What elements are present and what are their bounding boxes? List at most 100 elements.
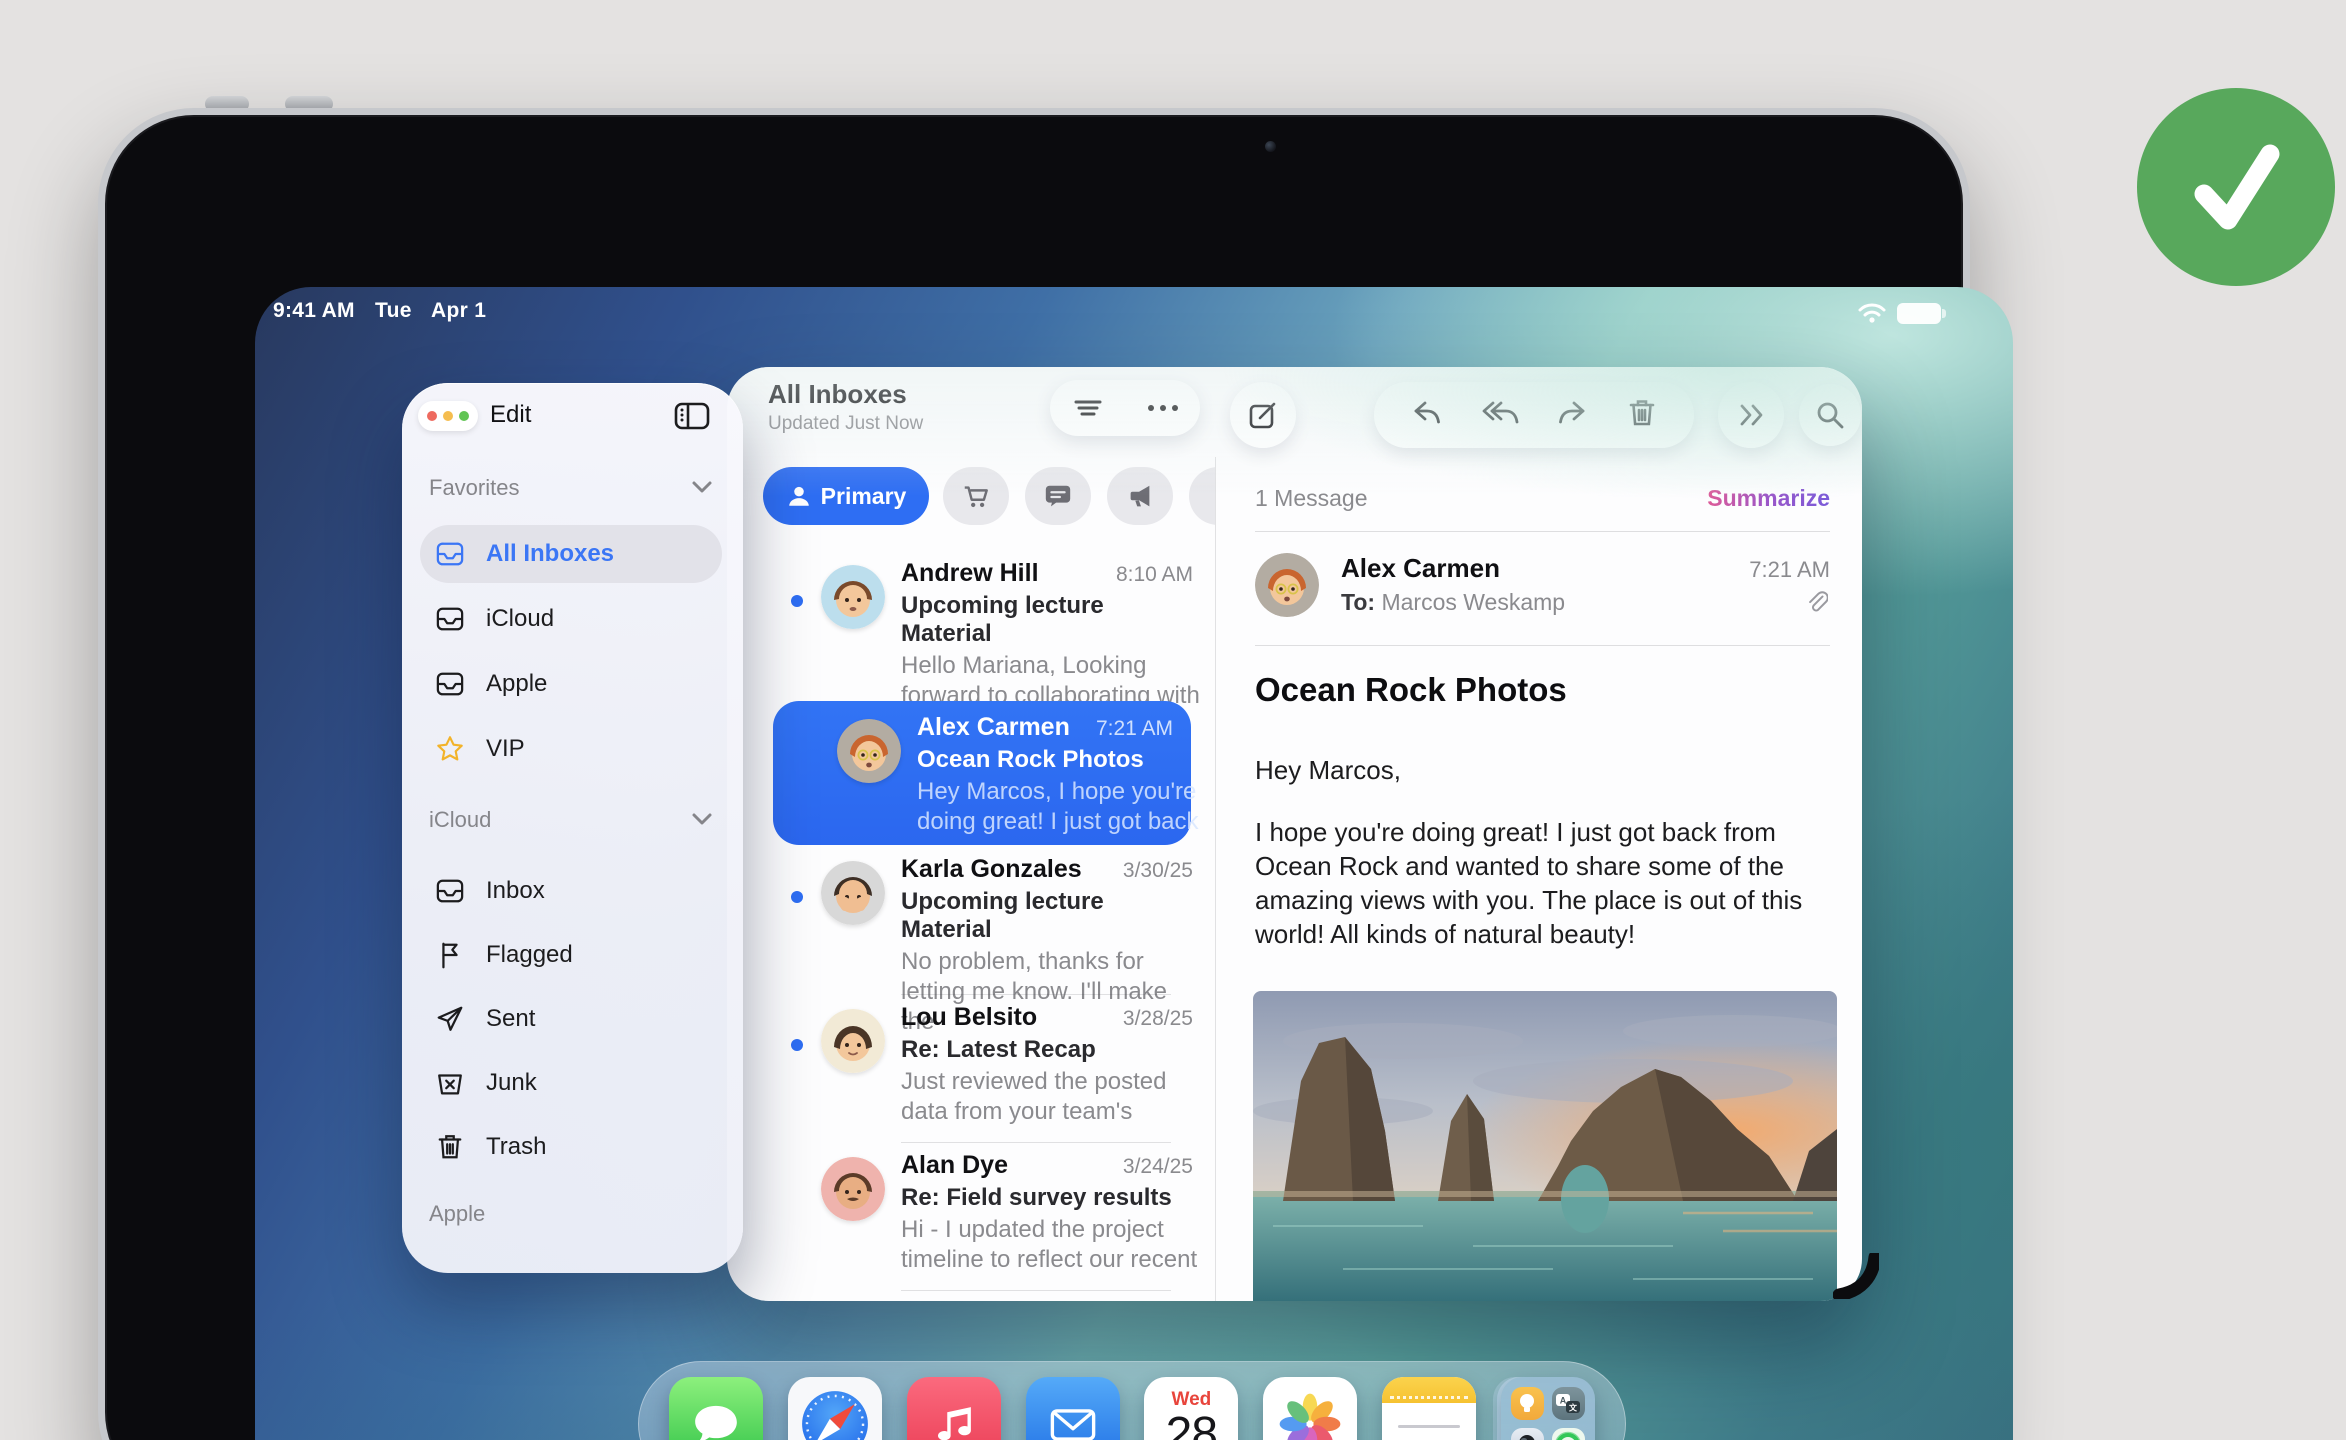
summarize-button[interactable]: Summarize xyxy=(1707,485,1830,512)
sidebar-toggle-button[interactable] xyxy=(672,399,712,438)
zoom-window-button[interactable] xyxy=(459,411,469,421)
sidebar-item-label: Flagged xyxy=(486,941,573,969)
ellipsis-icon xyxy=(1146,403,1180,413)
message-row-andrew-hill[interactable]: Andrew Hill8:10 AM Upcoming lecture Mate… xyxy=(727,551,1215,699)
sidebar-item-sent[interactable]: Sent xyxy=(420,990,722,1048)
trash-icon xyxy=(1626,396,1658,430)
chevron-down-icon[interactable] xyxy=(690,811,714,832)
section-header-apple[interactable]: Apple xyxy=(429,1201,485,1227)
dock: Wed 28 xyxy=(638,1361,1626,1440)
message-list-pane: All Inboxes Updated Just Now Pr xyxy=(727,367,1215,1301)
sidebar-item-all-inboxes[interactable]: All Inboxes xyxy=(420,525,722,583)
cart-icon xyxy=(961,481,991,511)
sender-header[interactable]: Alex Carmen To: Marcos Weskamp 7:21 AM xyxy=(1255,551,1830,631)
forward-button[interactable] xyxy=(1555,396,1589,435)
sidebar-item-icloud[interactable]: iCloud xyxy=(420,590,722,648)
section-header-icloud[interactable]: iCloud xyxy=(429,807,491,833)
sidebar-item-vip[interactable]: VIP xyxy=(420,720,722,778)
message-sender: Andrew Hill xyxy=(901,559,1039,588)
section-header-favorites[interactable]: Favorites xyxy=(429,475,519,501)
reply-button[interactable] xyxy=(1410,396,1444,435)
message-subject: Upcoming lecture Material xyxy=(901,888,1193,944)
sender-avatar xyxy=(1255,553,1319,617)
updates-filter-pill[interactable] xyxy=(1025,467,1091,525)
edit-button[interactable]: Edit xyxy=(490,401,531,429)
search-button[interactable] xyxy=(1799,384,1861,446)
detail-body: I hope you're doing great! I just got ba… xyxy=(1255,815,1843,951)
delete-button[interactable] xyxy=(1626,396,1658,435)
sidebar-toggle-icon xyxy=(672,399,712,433)
attachment-photo-ocean-rocks[interactable] xyxy=(1253,991,1837,1301)
message-sender: Lou Belsito xyxy=(901,1003,1037,1032)
safari-compass-icon xyxy=(788,1377,882,1440)
minimize-window-button[interactable] xyxy=(443,411,453,421)
dock-app-music[interactable] xyxy=(907,1377,1001,1440)
message-row-lou-belsito[interactable]: Lou Belsito3/28/25 Re: Latest Recap Just… xyxy=(727,995,1215,1143)
transactions-filter-pill[interactable] xyxy=(943,467,1009,525)
sidebar-item-label: Inbox xyxy=(486,877,545,905)
expand-button[interactable] xyxy=(1718,382,1784,448)
close-window-button[interactable] xyxy=(427,411,437,421)
messages-bubble-icon xyxy=(669,1377,763,1440)
message-row-alan-dye[interactable]: Alan Dye3/24/25 Re: Field survey results… xyxy=(727,1143,1215,1291)
unread-indicator xyxy=(791,595,803,607)
dock-app-mail[interactable] xyxy=(1026,1377,1120,1440)
detail-sender-name: Alex Carmen xyxy=(1341,553,1500,584)
sidebar-item-junk[interactable]: Junk xyxy=(420,1054,722,1112)
success-check-badge xyxy=(2137,88,2335,286)
mini-app-findmy[interactable] xyxy=(1552,1428,1585,1440)
translate-icon: A文 xyxy=(1554,1392,1582,1416)
message-sender: Alex Carmen xyxy=(917,713,1070,742)
divider xyxy=(1255,531,1830,532)
promotions-filter-pill[interactable] xyxy=(1107,467,1173,525)
forward-icon xyxy=(1555,396,1589,430)
sidebar-item-flagged[interactable]: Flagged xyxy=(420,926,722,984)
dock-app-safari[interactable] xyxy=(788,1377,882,1440)
message-row-alex-carmen[interactable]: Alex Carmen7:21 AM Ocean Rock Photos Hey… xyxy=(727,699,1215,847)
sidebar-item-label: All Inboxes xyxy=(486,540,614,568)
ipad-device: 9:41 AM Tue Apr 1 All Inboxes Updated Ju… xyxy=(98,108,1970,1440)
lightbulb-icon xyxy=(1515,1391,1539,1417)
sidebar-item-apple[interactable]: Apple xyxy=(420,655,722,713)
avatar xyxy=(821,1157,885,1221)
avatar xyxy=(837,719,901,783)
more-filter-pill[interactable] xyxy=(1189,467,1215,525)
tray-icon xyxy=(434,540,466,568)
mail-envelope-icon xyxy=(1026,1377,1120,1440)
message-sender: Karla Gonzales xyxy=(901,855,1082,884)
message-actions-toolbar xyxy=(1374,382,1694,448)
mini-app-photo-booth[interactable] xyxy=(1511,1428,1544,1440)
search-icon xyxy=(1814,399,1846,431)
dock-app-messages[interactable] xyxy=(669,1377,763,1440)
mini-app-tips[interactable] xyxy=(1511,1387,1544,1420)
dock-app-calendar[interactable]: Wed 28 xyxy=(1144,1377,1238,1440)
dock-app-photos[interactable] xyxy=(1263,1377,1357,1440)
detail-greeting: Hey Marcos, xyxy=(1255,755,1401,786)
avatar xyxy=(821,1009,885,1073)
compose-button[interactable] xyxy=(1230,382,1296,448)
star-icon xyxy=(434,734,466,764)
dock-app-notes[interactable] xyxy=(1382,1377,1476,1440)
message-sender: Alan Dye xyxy=(901,1151,1008,1180)
tray-icon xyxy=(434,877,466,905)
reply-all-button[interactable] xyxy=(1481,396,1519,435)
junk-icon xyxy=(434,1068,466,1098)
message-subject: Re: Latest Recap xyxy=(901,1036,1193,1064)
more-options-button[interactable] xyxy=(1125,403,1200,413)
chat-icon xyxy=(1043,481,1073,511)
primary-filter-pill[interactable]: Primary xyxy=(763,467,929,525)
message-time: 8:10 AM xyxy=(1116,563,1193,587)
chevron-down-icon[interactable] xyxy=(690,479,714,500)
dock-app-group[interactable]: A文 xyxy=(1501,1377,1595,1440)
reply-all-icon xyxy=(1481,396,1519,430)
avatar xyxy=(821,565,885,629)
tray-icon xyxy=(434,605,466,633)
mini-app-translate[interactable]: A文 xyxy=(1552,1387,1585,1420)
window-controls[interactable] xyxy=(418,401,478,431)
status-date: Apr 1 xyxy=(431,299,486,322)
sidebar-item-trash[interactable]: Trash xyxy=(420,1118,722,1176)
message-row-karla-gonzales[interactable]: Karla Gonzales3/30/25 Upcoming lecture M… xyxy=(727,847,1215,995)
sidebar-item-inbox[interactable]: Inbox xyxy=(420,862,722,920)
page-curl-mark[interactable] xyxy=(1833,1253,1879,1304)
filter-button[interactable] xyxy=(1050,392,1125,424)
